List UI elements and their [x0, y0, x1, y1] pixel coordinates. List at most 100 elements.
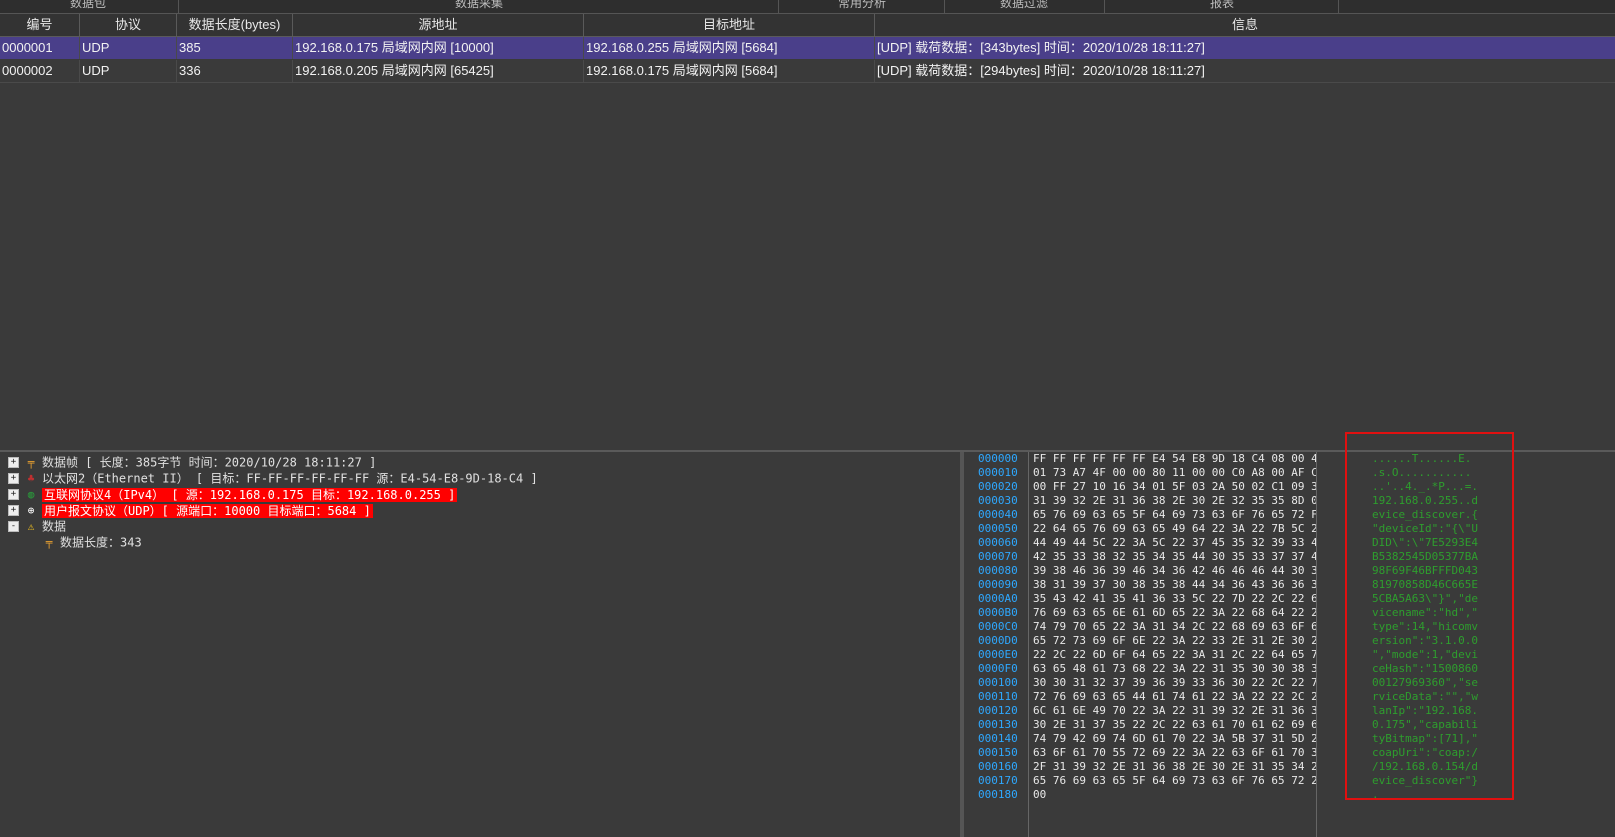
hex-offset: 000130: [978, 718, 1018, 731]
hex-offset: 000140: [978, 732, 1018, 745]
table-row[interactable]: 0000001 UDP 385 192.168.0.175 局域网内网 [100…: [0, 37, 1615, 59]
tree-node-label: 互联网协议4（IPv4） [ 源：192.168.0.175 目标：192.16…: [42, 487, 458, 502]
hex-offset: 000120: [978, 704, 1018, 717]
packet-protocol: UDP: [80, 37, 177, 59]
hex-bytes-line: 63 6F 61 70 55 72 69 22 3A 22 63 6F 61 7…: [1033, 746, 1317, 759]
protocol-tree: + ╤ 数据帧 [ 长度：385字节 时间：2020/10/28 18:11:27 …: [0, 452, 962, 837]
hex-offset: 000000: [978, 452, 1018, 465]
frame-icon: ╤: [27, 455, 35, 469]
hex-bytes-line: 72 76 69 63 65 44 61 74 61 22 3A 22 22 2…: [1033, 690, 1317, 703]
hex-offset: 000150: [978, 746, 1018, 759]
hex-offset: 0000E0: [978, 648, 1018, 661]
tab-divider: [1338, 0, 1339, 13]
packet-list-header: 编号 协议 数据长度(bytes) 源地址 目标地址 信息: [0, 14, 1615, 37]
packet-info: [UDP] 载荷数据：[343bytes] 时间：2020/10/28 18:1…: [877, 40, 1205, 55]
tab-capture[interactable]: 数据采集: [455, 0, 503, 11]
annotation-highlight-box: [1345, 432, 1514, 800]
hex-offset: 000060: [978, 536, 1018, 549]
hex-bytes-line: 2F 31 39 32 2E 31 36 38 2E 30 2E 31 35 3…: [1033, 760, 1317, 773]
tab-filter[interactable]: 数据过滤: [1000, 0, 1048, 11]
hex-bytes-line: 35 43 42 41 35 41 36 33 5C 22 7D 22 2C 2…: [1033, 592, 1317, 605]
column-header-length[interactable]: 数据长度(bytes): [177, 14, 293, 36]
hex-offset: 0000C0: [978, 620, 1018, 633]
hex-offset: 000170: [978, 774, 1018, 787]
packet-protocol: UDP: [80, 60, 177, 82]
tree-node-label: 以太网2（Ethernet II） [ 目标：FF-FF-FF-FF-FF-FF…: [42, 471, 538, 486]
tab-strip: 数据包 数据采集 常用分析 数据过滤 报表: [0, 0, 1615, 14]
column-header-protocol[interactable]: 协议: [80, 14, 177, 36]
warning-icon: ⚠: [27, 519, 35, 533]
tab-report[interactable]: 报表: [1210, 0, 1234, 11]
hex-bytes-line: 01 73 A7 4F 00 00 80 11 00 00 C0 A8 00 A…: [1033, 466, 1317, 479]
packet-destination: 192.168.0.255 局域网内网 [5684]: [584, 37, 875, 59]
table-row[interactable]: 0000002 UDP 336 192.168.0.205 局域网内网 [654…: [0, 60, 1615, 83]
packet-id: 0000001: [0, 37, 80, 59]
hex-bytes-line: 22 2C 22 6D 6F 64 65 22 3A 31 2C 22 64 6…: [1033, 648, 1317, 661]
hex-offset: 000180: [978, 788, 1018, 801]
hex-bytes-line: 39 38 46 36 39 46 34 36 42 46 46 46 44 3…: [1033, 564, 1317, 577]
hex-offset: 000070: [978, 550, 1018, 563]
offset-column: 000000 000010 000020 000030 000040 000050 0000…: [964, 452, 1029, 837]
hex-offset: 0000F0: [978, 662, 1018, 675]
tree-node-data[interactable]: - ⚠ 数据: [8, 518, 66, 534]
hex-bytes-line: 42 35 33 38 32 35 34 35 44 30 35 33 37 3…: [1033, 550, 1317, 563]
tree-node-data-length[interactable]: ╤ 数据长度：343: [42, 534, 142, 550]
hex-offset: 000040: [978, 508, 1018, 521]
hex-offset: 000030: [978, 494, 1018, 507]
globe-icon: ◍: [27, 487, 35, 501]
tree-node-frame[interactable]: + ╤ 数据帧 [ 长度：385字节 时间：2020/10/28 18:11:27 …: [8, 454, 376, 470]
hex-bytes-column[interactable]: FF FF FF FF FF FF E4 54 E8 9D 18 C4 08 0…: [1030, 452, 1317, 837]
hex-bytes-line: 44 49 44 5C 22 3A 5C 22 37 45 35 32 39 3…: [1033, 536, 1317, 549]
column-header-id[interactable]: 编号: [0, 14, 80, 36]
hex-bytes-line: 00 FF 27 10 16 34 01 5F 03 2A 50 02 C1 0…: [1033, 480, 1317, 493]
expand-icon[interactable]: +: [8, 473, 19, 484]
hex-bytes-line: 65 72 73 69 6F 6E 22 3A 22 33 2E 31 2E 3…: [1033, 634, 1317, 647]
tree-node-ipv4[interactable]: + ◍ 互联网协议4（IPv4） [ 源：192.168.0.175 目标：192.…: [8, 486, 458, 502]
hex-bytes-line: 63 65 48 61 73 68 22 3A 22 31 35 30 30 3…: [1033, 662, 1317, 675]
hex-bytes-line: 74 79 70 65 22 3A 31 34 2C 22 68 69 63 6…: [1033, 620, 1317, 633]
expand-icon[interactable]: +: [8, 457, 19, 468]
packet-destination: 192.168.0.175 局域网内网 [5684]: [584, 60, 875, 82]
frame-icon: ╤: [45, 535, 53, 549]
packet-list-empty-area[interactable]: [0, 84, 1615, 450]
hex-bytes-line: 30 2E 31 37 35 22 2C 22 63 61 70 61 62 6…: [1033, 718, 1317, 731]
tree-node-udp[interactable]: + ⊕ 用户报文协议（UDP）[ 源端口：10000 目标端口：5684 ]: [8, 502, 373, 518]
hex-bytes-line: 76 69 63 65 6E 61 6D 65 22 3A 22 68 64 2…: [1033, 606, 1317, 619]
packet-info: [UDP] 载荷数据：[294bytes] 时间：2020/10/28 18:1…: [877, 63, 1205, 78]
tab-analysis[interactable]: 常用分析: [838, 0, 886, 11]
hex-bytes-line: 30 30 31 32 37 39 36 39 33 36 30 22 2C 2…: [1033, 676, 1317, 689]
tab-packets[interactable]: 数据包: [70, 0, 106, 11]
tab-divider: [944, 0, 945, 13]
expand-icon[interactable]: +: [8, 505, 19, 516]
packet-length: 385: [177, 37, 293, 59]
hex-view: 000000 000010 000020 000030 000040 000050 0000…: [964, 452, 1615, 837]
hex-bytes-line: 65 76 69 63 65 5F 64 69 73 63 6F 76 65 7…: [1033, 774, 1317, 787]
hex-offset: 000020: [978, 480, 1018, 493]
tree-node-ethernet[interactable]: + ♣ 以太网2（Ethernet II） [ 目标：FF-FF-FF-FF-FF-…: [8, 470, 538, 486]
ethernet-icon: ♣: [27, 471, 35, 485]
tab-divider: [778, 0, 779, 13]
hex-bytes-line: 31 39 32 2E 31 36 38 2E 30 2E 32 35 35 8…: [1033, 494, 1317, 507]
hex-offset: 000050: [978, 522, 1018, 535]
hex-bytes-line: 74 79 42 69 74 6D 61 70 22 3A 5B 37 31 5…: [1033, 732, 1317, 745]
packet-source: 192.168.0.175 局域网内网 [10000]: [293, 37, 584, 59]
column-header-info[interactable]: 信息: [875, 14, 1615, 36]
tree-node-label: 数据帧 [ 长度：385字节 时间：2020/10/28 18:11:27 ]: [42, 455, 377, 470]
expand-icon[interactable]: +: [8, 489, 19, 500]
packet-id: 0000002: [0, 60, 80, 82]
hex-offset: 000010: [978, 466, 1018, 479]
tree-node-label: 数据: [42, 519, 67, 534]
tree-node-label: 用户报文协议（UDP）[ 源端口：10000 目标端口：5684 ]: [42, 503, 373, 518]
hex-bytes-line: 6C 61 6E 49 70 22 3A 22 31 39 32 2E 31 3…: [1033, 704, 1317, 717]
hex-offset: 0000D0: [978, 634, 1018, 647]
column-header-source[interactable]: 源地址: [293, 14, 584, 36]
column-header-destination[interactable]: 目标地址: [584, 14, 875, 36]
hex-offset: 000080: [978, 564, 1018, 577]
tree-node-label: 数据长度：343: [60, 535, 142, 550]
collapse-icon[interactable]: -: [8, 521, 19, 532]
hex-offset: 0000B0: [978, 606, 1018, 619]
packet-length: 336: [177, 60, 293, 82]
hex-offset: 000110: [978, 690, 1018, 703]
hex-offset: 000100: [978, 676, 1018, 689]
tab-divider: [178, 0, 179, 13]
